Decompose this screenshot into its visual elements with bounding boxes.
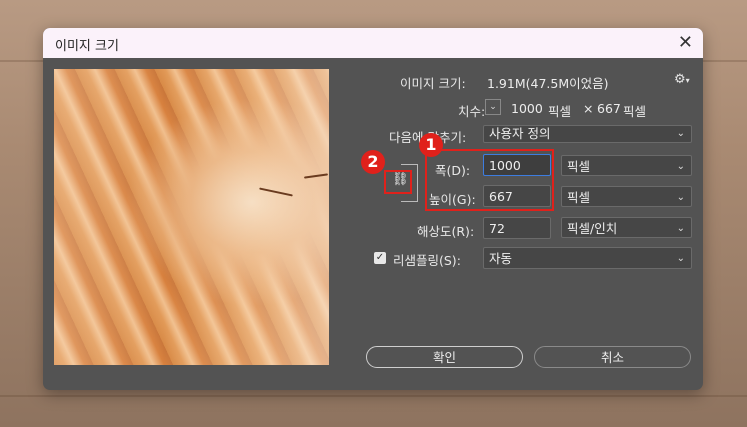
chevron-down-icon: ⌄ [676,128,685,139]
dimensions-width-unit: 픽셀 [548,104,572,119]
annotation-marker-1: 1 [419,133,443,157]
height-unit-value: 픽셀 [567,190,591,205]
resolution-unit-value: 픽셀/인치 [567,221,618,236]
close-icon[interactable]: ✕ [678,32,693,53]
image-size-label: 이미지 크기: [400,76,466,91]
height-unit-select[interactable]: 픽셀 ⌄ [561,186,692,207]
preview-shading [54,69,329,365]
width-unit-value: 픽셀 [567,159,591,174]
dimensions-label: 치수: [458,104,486,119]
resample-select[interactable]: 자동 ⌄ [483,247,692,269]
resolution-value: 72 [489,221,505,236]
resolution-input[interactable]: 72 [483,217,551,239]
chevron-down-icon: ⌄ [676,223,685,234]
resample-checkbox[interactable]: ✓ [374,252,386,264]
chevron-down-icon: ⌄ [676,161,685,172]
image-preview [54,69,329,365]
ok-button[interactable]: 확인 [366,346,523,368]
chevron-down-icon: ⌄ [676,253,685,264]
width-unit-select[interactable]: 픽셀 ⌄ [561,155,692,176]
chevron-down-icon: ⌄ [676,192,685,203]
resolution-unit-select[interactable]: 픽셀/인치 ⌄ [561,217,692,238]
fit-to-value: 사용자 정의 [489,126,551,141]
chevron-down-icon[interactable]: ⌄ [485,99,501,115]
image-size-value: 1.91M(47.5M이었음) [487,76,609,91]
fit-to-select[interactable]: 사용자 정의 ⌄ [483,125,692,143]
dimensions-height-unit: 픽셀 [623,104,647,119]
cancel-button[interactable]: 취소 [534,346,691,368]
dimensions-height: 667 [597,101,621,116]
resample-label: 리샘플링(S): [393,253,461,268]
dialog-title: 이미지 크기 [55,39,119,54]
dimensions-separator: × [583,101,594,116]
gear-icon[interactable]: ⚙▾ [674,72,690,87]
dimensions-width: 1000 [511,101,543,116]
image-size-dialog: 이미지 크기 ✕ 이미지 크기: 1.91M(47.5M이었음) ⚙▾ 치수: … [43,28,703,390]
dialog-titlebar: 이미지 크기 ✕ [43,28,703,58]
highlight-box-1 [425,149,554,211]
annotation-marker-2: 2 [361,150,385,174]
resample-value: 자동 [489,251,513,266]
highlight-box-2 [384,170,412,194]
resolution-label: 해상도(R): [417,224,475,239]
background-plank [0,395,747,397]
